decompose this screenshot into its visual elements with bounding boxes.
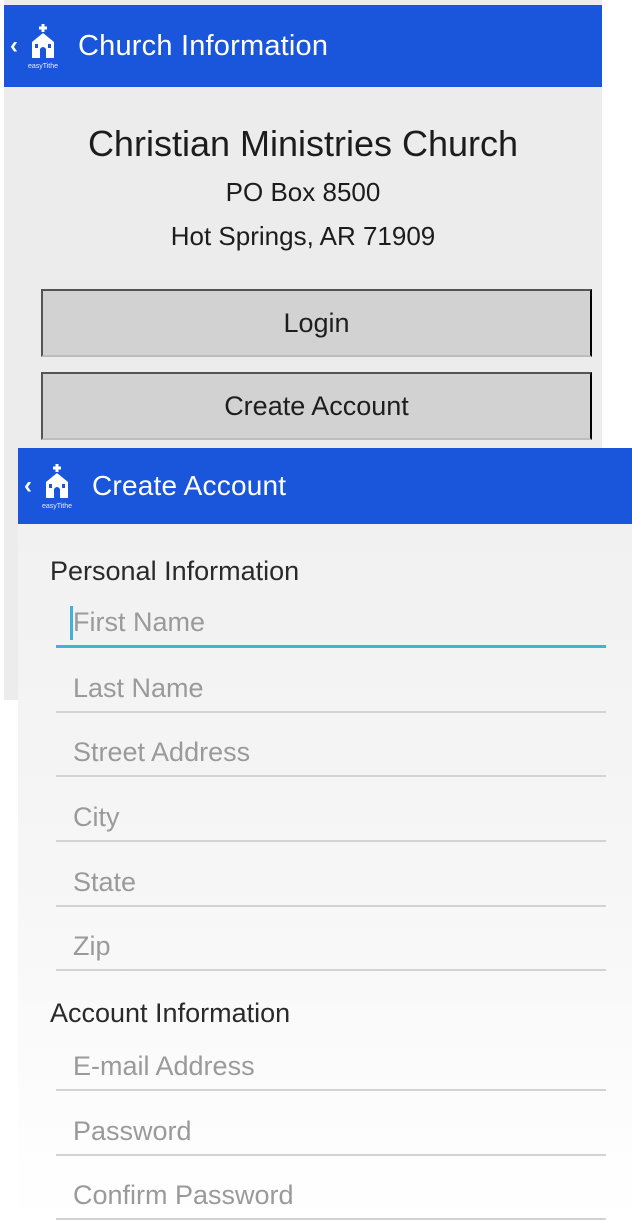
church-address-line1: PO Box 8500 — [225, 177, 381, 207]
city-field[interactable] — [56, 794, 606, 842]
church-logo-icon[interactable]: easyTithe — [38, 462, 76, 510]
password-field[interactable] — [56, 1108, 606, 1156]
church-address-line2: Hot Springs, AR 71909 — [170, 221, 436, 251]
church-name: Christian Ministries Church — [87, 123, 519, 164]
church-info-app-bar: ‹ easyTithe Church Information — [4, 5, 602, 87]
email-input[interactable] — [56, 1043, 606, 1089]
city-input[interactable] — [56, 794, 606, 840]
church-logo-icon[interactable]: easyTithe — [24, 22, 62, 70]
back-chevron-icon[interactable]: ‹ — [10, 34, 18, 58]
last-name-input[interactable] — [56, 665, 606, 711]
first-name-field[interactable] — [56, 600, 606, 648]
zip-input[interactable] — [56, 923, 606, 969]
account-information-heading: Account Information — [50, 998, 291, 1028]
password-input[interactable] — [56, 1108, 606, 1154]
confirm-password-input[interactable] — [56, 1172, 606, 1218]
create-account-button[interactable]: Create Account — [41, 372, 592, 440]
app-bar-title: Church Information — [78, 29, 329, 62]
state-input[interactable] — [56, 859, 606, 905]
last-name-field[interactable] — [56, 665, 606, 713]
street-address-input[interactable] — [56, 729, 606, 775]
street-address-field[interactable] — [56, 729, 606, 777]
app-bar-title: Create Account — [92, 470, 287, 501]
logo-text: easyTithe — [41, 503, 73, 510]
login-button[interactable]: Login — [41, 289, 592, 357]
first-name-input[interactable] — [56, 600, 606, 645]
personal-information-heading: Personal Information — [50, 556, 300, 586]
logo-text: easyTithe — [27, 63, 59, 70]
state-field[interactable] — [56, 859, 606, 907]
confirm-password-field[interactable] — [56, 1172, 606, 1220]
back-chevron-icon[interactable]: ‹ — [24, 474, 32, 498]
create-account-app-bar: ‹ easyTithe Create Account — [18, 448, 632, 524]
zip-field[interactable] — [56, 923, 606, 971]
text-cursor — [70, 606, 73, 640]
email-field[interactable] — [56, 1043, 606, 1091]
church-details: Christian Ministries Church PO Box 8500 … — [4, 118, 602, 258]
